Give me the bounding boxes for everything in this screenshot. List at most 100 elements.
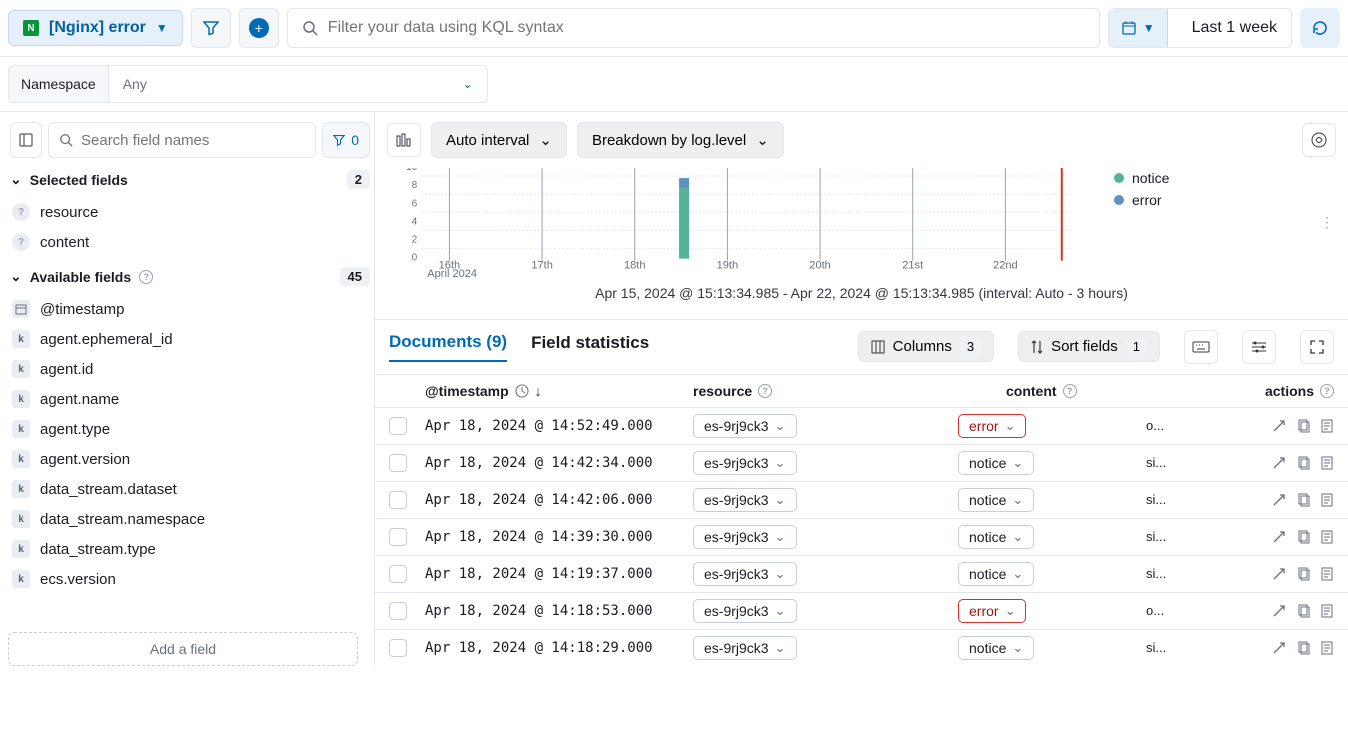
- refresh-button[interactable]: [1300, 8, 1340, 48]
- copy-icon[interactable]: [1296, 493, 1310, 507]
- table-row[interactable]: Apr 18, 2024 @ 14:42:06.000es-9rj9ck3 ⌄n…: [375, 481, 1348, 518]
- expand-icon[interactable]: [1272, 530, 1286, 544]
- hide-chart-button[interactable]: [387, 123, 421, 157]
- columns-button[interactable]: Columns 3: [858, 331, 994, 362]
- expand-icon[interactable]: [1272, 456, 1286, 470]
- field-item[interactable]: kagent.id: [10, 354, 370, 384]
- field-search[interactable]: [48, 122, 316, 158]
- row-checkbox[interactable]: [389, 528, 407, 546]
- display-options-icon[interactable]: [1242, 330, 1276, 364]
- sort-fields-button[interactable]: Sort fields 1: [1018, 331, 1160, 362]
- kql-input[interactable]: [328, 19, 1085, 37]
- field-item[interactable]: kecs.version: [10, 564, 370, 594]
- resource-pill[interactable]: es-9rj9ck3 ⌄: [693, 451, 797, 475]
- row-checkbox[interactable]: [389, 602, 407, 620]
- time-picker[interactable]: ▼ Last 1 week: [1108, 8, 1292, 48]
- resource-pill[interactable]: es-9rj9ck3 ⌄: [693, 525, 797, 549]
- doc-icon[interactable]: [1320, 530, 1334, 544]
- expand-icon[interactable]: [1272, 493, 1286, 507]
- sort-desc-icon[interactable]: ↓: [535, 383, 542, 399]
- expand-icon[interactable]: [1272, 641, 1286, 655]
- row-checkbox[interactable]: [389, 639, 407, 657]
- calendar-icon[interactable]: ▼: [1109, 9, 1168, 47]
- lens-button[interactable]: [1302, 123, 1336, 157]
- add-field-button[interactable]: Add a field: [8, 632, 358, 666]
- field-item[interactable]: kagent.ephemeral_id: [10, 324, 370, 354]
- level-pill[interactable]: error ⌄: [958, 414, 1026, 438]
- legend-item[interactable]: error: [1114, 192, 1334, 208]
- field-item[interactable]: kdata_stream.type: [10, 534, 370, 564]
- collapse-sidebar-button[interactable]: [10, 122, 42, 158]
- level-pill[interactable]: notice ⌄: [958, 562, 1034, 586]
- copy-icon[interactable]: [1296, 567, 1310, 581]
- field-filter-button[interactable]: 0: [322, 122, 370, 158]
- fullscreen-icon[interactable]: [1300, 330, 1334, 364]
- legend-options-icon[interactable]: ⋮: [1320, 214, 1334, 231]
- filter-icon-button[interactable]: [191, 8, 231, 48]
- field-search-input[interactable]: [81, 132, 305, 149]
- level-pill[interactable]: notice ⌄: [958, 488, 1034, 512]
- header-timestamp[interactable]: @timestamp: [425, 383, 509, 399]
- help-icon[interactable]: ?: [1063, 384, 1077, 398]
- expand-icon[interactable]: [1272, 604, 1286, 618]
- field-item[interactable]: ?content: [10, 227, 370, 257]
- copy-icon[interactable]: [1296, 604, 1310, 618]
- copy-icon[interactable]: [1296, 419, 1310, 433]
- add-filter-button[interactable]: +: [239, 8, 279, 48]
- copy-icon[interactable]: [1296, 530, 1310, 544]
- dataview-picker[interactable]: N [Nginx] error ▼: [8, 10, 183, 46]
- field-item[interactable]: ?resource: [10, 197, 370, 227]
- field-item[interactable]: kagent.name: [10, 384, 370, 414]
- doc-icon[interactable]: [1320, 641, 1334, 655]
- field-item[interactable]: kdata_stream.namespace: [10, 504, 370, 534]
- copy-icon[interactable]: [1296, 456, 1310, 470]
- resource-pill[interactable]: es-9rj9ck3 ⌄: [693, 488, 797, 512]
- doc-icon[interactable]: [1320, 456, 1334, 470]
- keyboard-icon[interactable]: [1184, 330, 1218, 364]
- header-resource[interactable]: resource: [693, 383, 752, 399]
- table-row[interactable]: Apr 18, 2024 @ 14:52:49.000es-9rj9ck3 ⌄e…: [375, 407, 1348, 444]
- table-row[interactable]: Apr 18, 2024 @ 14:18:29.000es-9rj9ck3 ⌄n…: [375, 629, 1348, 666]
- field-item[interactable]: kdata_stream.dataset: [10, 474, 370, 504]
- doc-icon[interactable]: [1320, 493, 1334, 507]
- histogram-chart[interactable]: 0246810 16th17th18th19th20th21st22nd Apr…: [389, 168, 1094, 279]
- resource-pill[interactable]: es-9rj9ck3 ⌄: [693, 636, 797, 660]
- expand-icon[interactable]: [1272, 419, 1286, 433]
- row-checkbox[interactable]: [389, 565, 407, 583]
- field-item[interactable]: kagent.version: [10, 444, 370, 474]
- table-row[interactable]: Apr 18, 2024 @ 14:39:30.000es-9rj9ck3 ⌄n…: [375, 518, 1348, 555]
- header-content[interactable]: content: [1006, 383, 1057, 399]
- namespace-select[interactable]: Any ⌄: [108, 65, 488, 103]
- table-row[interactable]: Apr 18, 2024 @ 14:19:37.000es-9rj9ck3 ⌄n…: [375, 555, 1348, 592]
- help-icon[interactable]: ?: [1320, 384, 1334, 398]
- field-item[interactable]: @timestamp: [10, 294, 370, 324]
- doc-icon[interactable]: [1320, 419, 1334, 433]
- tab-field-statistics[interactable]: Field statistics: [531, 333, 649, 361]
- level-pill[interactable]: notice ⌄: [958, 525, 1034, 549]
- help-icon[interactable]: ?: [139, 270, 153, 284]
- breakdown-select[interactable]: Breakdown by log.level ⌄: [577, 122, 784, 158]
- tab-documents[interactable]: Documents (9): [389, 332, 507, 362]
- doc-icon[interactable]: [1320, 567, 1334, 581]
- interval-select[interactable]: Auto interval ⌄: [431, 122, 567, 158]
- legend-item[interactable]: notice: [1114, 170, 1334, 186]
- expand-icon[interactable]: [1272, 567, 1286, 581]
- available-fields-header[interactable]: ⌄ Available fields ? 45: [10, 267, 370, 286]
- resource-pill[interactable]: es-9rj9ck3 ⌄: [693, 599, 797, 623]
- table-row[interactable]: Apr 18, 2024 @ 14:42:34.000es-9rj9ck3 ⌄n…: [375, 444, 1348, 481]
- resource-pill[interactable]: es-9rj9ck3 ⌄: [693, 562, 797, 586]
- level-pill[interactable]: notice ⌄: [958, 636, 1034, 660]
- row-checkbox[interactable]: [389, 491, 407, 509]
- selected-fields-header[interactable]: ⌄ Selected fields 2: [10, 170, 370, 189]
- kql-search-bar[interactable]: [287, 8, 1100, 48]
- field-item[interactable]: kagent.type: [10, 414, 370, 444]
- level-pill[interactable]: notice ⌄: [958, 451, 1034, 475]
- help-icon[interactable]: ?: [758, 384, 772, 398]
- resource-pill[interactable]: es-9rj9ck3 ⌄: [693, 414, 797, 438]
- copy-icon[interactable]: [1296, 641, 1310, 655]
- table-row[interactable]: Apr 18, 2024 @ 14:18:53.000es-9rj9ck3 ⌄e…: [375, 592, 1348, 629]
- row-checkbox[interactable]: [389, 417, 407, 435]
- level-pill[interactable]: error ⌄: [958, 599, 1026, 623]
- doc-icon[interactable]: [1320, 604, 1334, 618]
- row-checkbox[interactable]: [389, 454, 407, 472]
